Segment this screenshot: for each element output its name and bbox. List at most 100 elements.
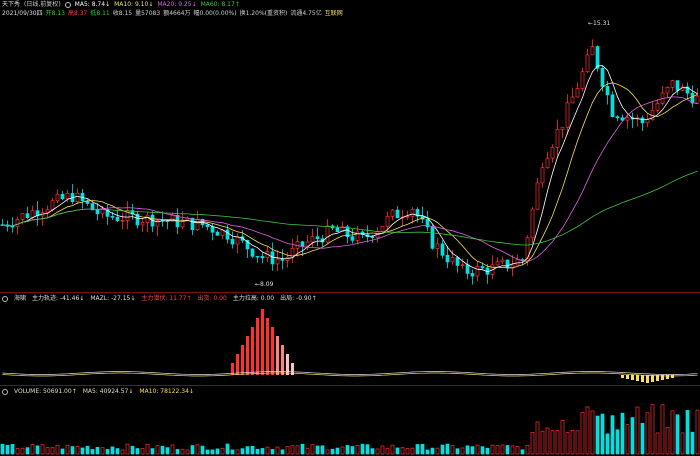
volume-bar bbox=[10, 444, 15, 455]
volume-bar bbox=[120, 449, 125, 455]
indicator-settings-icon[interactable] bbox=[2, 296, 8, 302]
candle-body bbox=[500, 259, 505, 263]
volume-bar bbox=[365, 444, 370, 455]
exit-bar bbox=[671, 375, 674, 378]
volume-bar bbox=[415, 444, 420, 455]
quote-low: 低8.11 bbox=[90, 10, 110, 17]
candle-body bbox=[25, 213, 30, 218]
candle-body bbox=[430, 226, 435, 249]
candle-body bbox=[545, 157, 550, 169]
candle-body bbox=[600, 67, 605, 87]
volume-bar bbox=[290, 445, 295, 455]
volume-bar bbox=[680, 432, 685, 455]
volume-chart[interactable] bbox=[0, 397, 700, 455]
candle-body bbox=[225, 229, 230, 240]
volume-bar bbox=[530, 431, 535, 455]
candle-body bbox=[695, 95, 700, 104]
volume-bar bbox=[30, 444, 35, 455]
volume-bar bbox=[515, 446, 520, 455]
volume-header: VOLUME: 50691.00↑ MA5: 40924.57↓ MA10: 7… bbox=[2, 388, 194, 396]
volume-bar bbox=[370, 448, 375, 455]
volume-bar bbox=[690, 431, 695, 455]
volume-bar bbox=[430, 447, 435, 455]
volume-bar bbox=[100, 447, 105, 455]
indicator-name[interactable]: 海啸 bbox=[14, 295, 26, 303]
volume-bar bbox=[445, 443, 450, 455]
volume-bar bbox=[605, 433, 610, 455]
candle-body bbox=[260, 256, 265, 259]
volume-settings-icon[interactable] bbox=[2, 389, 8, 395]
volume-bar bbox=[555, 430, 560, 455]
quote-info-bar: 2021/09/30四 开8.13 高8.37 低8.11 收8.15 量570… bbox=[2, 10, 343, 18]
candle-body bbox=[595, 46, 600, 69]
volume-bar bbox=[625, 424, 630, 455]
volume-bar bbox=[400, 447, 405, 455]
volume-bar bbox=[275, 446, 280, 455]
candle-body bbox=[445, 254, 450, 263]
volume-bar bbox=[450, 445, 455, 455]
candle-body bbox=[450, 257, 455, 263]
period-label[interactable]: 日线 bbox=[26, 1, 38, 8]
volume-bar bbox=[385, 447, 390, 455]
candle-body bbox=[385, 215, 390, 227]
candle-body bbox=[170, 215, 175, 222]
volume-bar bbox=[600, 413, 605, 455]
volume-bar bbox=[225, 443, 230, 455]
candle-body bbox=[410, 209, 415, 217]
volume-bar bbox=[170, 444, 175, 455]
volume-bar bbox=[40, 444, 45, 455]
exit-bar bbox=[631, 375, 634, 380]
candle-body bbox=[15, 219, 20, 227]
exit-bar bbox=[636, 375, 639, 381]
volume-bar bbox=[335, 447, 340, 455]
candle-body bbox=[110, 215, 115, 218]
volume-bar bbox=[265, 446, 270, 455]
volume-bar bbox=[485, 447, 490, 455]
ma10-label: MA10: 9.10↓ bbox=[114, 1, 154, 8]
quote-sector[interactable]: 互联网 bbox=[325, 10, 343, 18]
quote-change: 幅0.00(0.00%) bbox=[193, 10, 237, 17]
candle-body bbox=[270, 251, 275, 265]
kline-chart[interactable]: ←15.31 ←8.09 bbox=[0, 18, 700, 292]
candle-body bbox=[585, 54, 590, 73]
indicator-track: 主力轨迹: -41.46↓ bbox=[32, 295, 85, 302]
candle-body bbox=[305, 241, 310, 247]
volume-bar bbox=[295, 445, 300, 455]
lurk-bar bbox=[266, 318, 269, 375]
indicator-exit: 出局: -0.90↑ bbox=[280, 295, 317, 302]
volume-bar bbox=[240, 448, 245, 455]
volume-bar bbox=[60, 448, 65, 455]
candle-body bbox=[550, 147, 555, 159]
quote-turnover: 换1.20%(重资积) bbox=[239, 10, 288, 17]
candle-body bbox=[535, 182, 540, 210]
volume-bar bbox=[5, 444, 10, 455]
volume-bar bbox=[420, 443, 425, 455]
candle-body bbox=[60, 193, 65, 200]
volume-bar bbox=[380, 445, 385, 455]
settings-icon[interactable] bbox=[64, 2, 71, 8]
volume-bar bbox=[115, 448, 120, 455]
volume-bar bbox=[460, 447, 465, 455]
volume-bar bbox=[255, 448, 260, 455]
candle-body bbox=[555, 129, 560, 148]
volume-bar bbox=[435, 447, 440, 455]
candle-body bbox=[580, 71, 585, 89]
candle-body bbox=[280, 258, 285, 261]
adjust-label[interactable]: 前复权 bbox=[40, 1, 58, 8]
volume-bar bbox=[245, 446, 250, 455]
candle-body bbox=[75, 192, 80, 202]
candle-body bbox=[605, 86, 610, 96]
volume-bar bbox=[565, 432, 570, 455]
volume-bar bbox=[325, 449, 330, 455]
quote-open: 开8.13 bbox=[45, 10, 65, 17]
quote-float: 流通4.75亿 bbox=[290, 10, 322, 17]
indicator-chart[interactable] bbox=[0, 303, 700, 383]
header-bar: 天下秀 (日线,前复权) MA5: 8.74↓ MA10: 9.10↓ MA20… bbox=[2, 1, 240, 9]
panel-divider bbox=[0, 292, 700, 293]
volume-bar bbox=[250, 445, 255, 455]
volume-bar bbox=[0, 443, 5, 455]
candle-body bbox=[480, 266, 485, 269]
stock-name[interactable]: 天下秀 bbox=[2, 1, 20, 9]
volume-bar bbox=[575, 430, 580, 455]
volume-bar bbox=[510, 445, 515, 455]
